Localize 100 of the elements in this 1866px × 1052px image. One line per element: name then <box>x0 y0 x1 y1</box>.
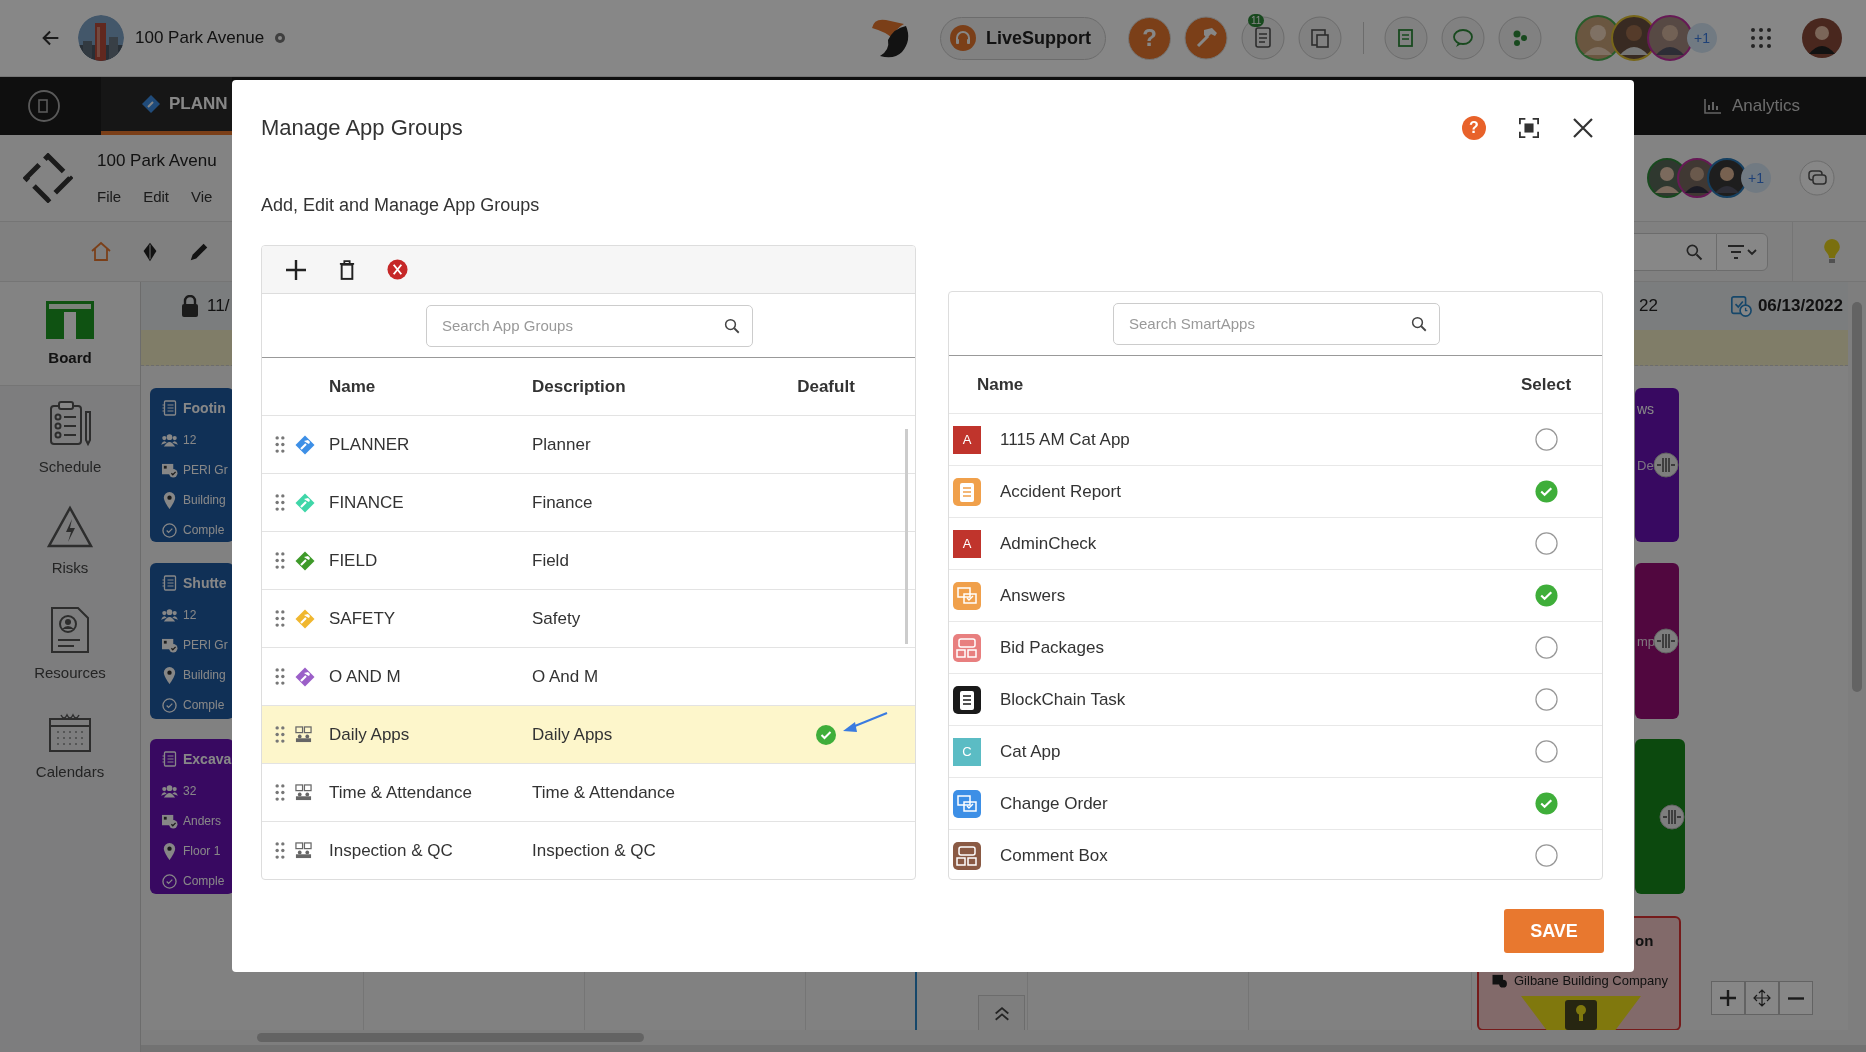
table-row[interactable]: Bid Packages <box>949 622 1602 674</box>
radio-button[interactable] <box>1534 532 1558 555</box>
help-button[interactable]: ? <box>1462 116 1486 140</box>
fullscreen-icon[interactable] <box>1519 118 1539 138</box>
table-row[interactable]: FINANCE Finance <box>262 474 915 532</box>
table-cell-text: 1115 AM Cat App <box>1000 429 1131 450</box>
pan-button[interactable] <box>1745 981 1779 1015</box>
table-row[interactable]: FIELD Field <box>262 532 915 590</box>
sidebar-item[interactable]: Schedule <box>0 386 140 489</box>
table-row[interactable]: A 1115 AM Cat App <box>949 414 1602 466</box>
live-support-button[interactable]: LiveSupport <box>940 16 1106 60</box>
user-avatar[interactable] <box>1802 18 1842 58</box>
note-icon[interactable] <box>1384 16 1428 60</box>
task-card[interactable]: Excava 32 Anders Floor 1 Comple <box>150 739 234 894</box>
minus-icon <box>1788 996 1804 1000</box>
group-icon <box>295 726 312 743</box>
delete-icon[interactable] <box>339 259 355 280</box>
column-header: Deafult <box>796 376 856 397</box>
date-label: 22 <box>1639 296 1658 316</box>
drag-handle-icon[interactable] <box>275 552 285 569</box>
sidebar-item[interactable]: Calendars <box>0 695 140 798</box>
sync-icon[interactable] <box>27 89 61 123</box>
drag-handle-icon[interactable] <box>275 436 285 453</box>
radio-button[interactable] <box>1534 584 1558 607</box>
table-row[interactable]: Answers <box>949 570 1602 622</box>
task-card[interactable] <box>1635 739 1685 894</box>
menu-item[interactable]: Edit <box>143 188 170 205</box>
avatar[interactable] <box>1647 15 1693 61</box>
close-icon[interactable] <box>1572 117 1594 139</box>
drag-handle-icon[interactable] <box>275 668 285 685</box>
document-icon[interactable] <box>1298 16 1342 60</box>
search-field[interactable]: Search App Groups <box>426 304 753 347</box>
radio-button[interactable] <box>1534 480 1558 503</box>
radio-button[interactable] <box>1534 792 1558 815</box>
table-row[interactable]: A AdminCheck <box>949 518 1602 570</box>
table-row[interactable]: BlockChain Task <box>949 674 1602 726</box>
menu-item[interactable]: Vie <box>191 188 213 205</box>
task-card[interactable]: Footin 12 PERI Gr Building Comple <box>150 388 234 542</box>
table-row[interactable]: Accident Report <box>949 466 1602 518</box>
vertical-scrollbar[interactable] <box>1848 282 1866 1045</box>
zoom-out-button[interactable] <box>1779 981 1813 1015</box>
radio-button[interactable] <box>1534 688 1558 711</box>
menu-item[interactable]: File <box>97 188 122 205</box>
network-icon[interactable] <box>1498 16 1542 60</box>
drag-handle-icon[interactable] <box>275 610 285 627</box>
table-row[interactable]: Time & Attendance Time & Attendance <box>262 764 915 822</box>
save-button[interactable]: SAVE <box>1504 909 1604 953</box>
task-card[interactable]: Shutte 12 PERI Gr Building Comple <box>150 563 234 719</box>
table-row[interactable]: Change Order <box>949 778 1602 830</box>
clipboard-icon[interactable] <box>1241 16 1285 60</box>
task-title: Footin <box>183 400 226 416</box>
lightbulb-icon[interactable] <box>1822 237 1842 266</box>
search-icon[interactable] <box>1410 314 1428 333</box>
search-icon[interactable] <box>723 316 741 335</box>
collapse-button[interactable] <box>978 995 1025 1030</box>
table-row[interactable]: Daily Apps Daily Apps <box>262 706 915 764</box>
sidebar-item[interactable]: Risks <box>0 489 140 592</box>
table-row[interactable]: Comment Box <box>949 830 1602 879</box>
planner-tab[interactable]: PLANN <box>101 77 232 135</box>
project-name[interactable]: 100 Park Avenue <box>135 28 265 48</box>
task-card[interactable]: ws De <box>1635 388 1679 542</box>
task-card[interactable]: mp <box>1635 563 1679 719</box>
drag-handle-icon[interactable] <box>275 842 285 859</box>
analytics-tab[interactable]: Analytics <box>1703 96 1800 116</box>
project-title: 100 Park Avenu <box>97 151 217 171</box>
search-field[interactable]: Search SmartApps <box>1113 302 1440 345</box>
radio-button[interactable] <box>1534 844 1558 867</box>
default-check-icon[interactable] <box>816 724 836 745</box>
apps-grid-icon[interactable] <box>1750 27 1772 49</box>
people-icon <box>161 784 178 798</box>
zoom-in-button[interactable] <box>1711 981 1745 1015</box>
sidebar-item[interactable]: Resources <box>0 592 140 695</box>
chat-icon[interactable] <box>1441 16 1485 60</box>
table-row[interactable]: C Cat App <box>949 726 1602 778</box>
resize-handle-icon[interactable] <box>1653 628 1679 654</box>
check-circle-icon <box>161 697 178 713</box>
table-row[interactable]: PLANNER Planner <box>262 416 915 474</box>
table-cell-text: Comment Box <box>1000 845 1109 866</box>
resize-handle-icon[interactable] <box>1659 803 1685 830</box>
headset-icon <box>950 25 976 51</box>
company-name: Gilbane Building Company <box>1514 973 1668 988</box>
home-icon[interactable] <box>89 239 113 264</box>
drag-handle-icon[interactable] <box>275 784 285 801</box>
radio-button[interactable] <box>1534 636 1558 659</box>
close-circle-icon[interactable] <box>387 259 408 280</box>
radio-button[interactable] <box>1534 740 1558 763</box>
info-icon[interactable] <box>274 32 287 44</box>
checklist-icon <box>161 575 178 591</box>
table-row[interactable]: SAFETY Safety <box>262 590 915 648</box>
drag-handle-icon[interactable] <box>275 494 285 511</box>
add-icon[interactable] <box>285 258 307 281</box>
sidebar-item[interactable]: Board <box>0 282 140 386</box>
comments-icon[interactable] <box>1799 160 1835 196</box>
radio-button[interactable] <box>1534 428 1558 451</box>
filter-button[interactable] <box>1716 232 1768 271</box>
avatar[interactable] <box>1707 158 1747 198</box>
table-row[interactable]: Inspection & QC Inspection & QC <box>262 822 915 879</box>
drag-handle-icon[interactable] <box>275 726 285 743</box>
resize-handle-icon[interactable] <box>1653 452 1679 478</box>
hammer-icon[interactable] <box>1184 16 1228 60</box>
